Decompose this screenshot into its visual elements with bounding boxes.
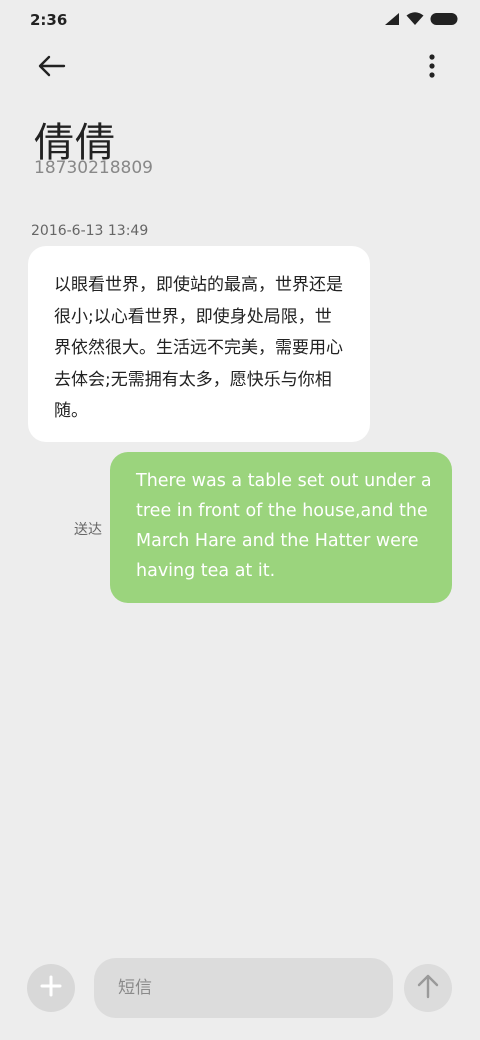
status-time: 2:36 xyxy=(30,11,68,29)
signal-icon xyxy=(384,12,400,26)
delivery-status: 送达 xyxy=(74,522,102,538)
more-options-button[interactable] xyxy=(420,52,444,84)
outgoing-message-bubble[interactable]: There was a table set out under a tree i… xyxy=(110,452,452,603)
battery-icon xyxy=(430,12,458,26)
contact-number: 18730218809 xyxy=(34,158,153,178)
conversation-screen: 2:36 倩倩 18730218809 2016-6-13 13:49 以眼看世… xyxy=(0,0,480,1040)
message-timestamp: 2016-6-13 13:49 xyxy=(31,223,149,239)
wifi-icon xyxy=(406,12,424,26)
incoming-message-text: 以眼看世界，即使站的最高，世界还是很小;以心看世界，即使身处局限，世界依然很大。… xyxy=(54,275,343,421)
arrow-left-icon xyxy=(38,55,66,81)
outgoing-message-text: There was a table set out under a tree i… xyxy=(136,471,432,581)
status-icons xyxy=(384,12,458,26)
back-button[interactable] xyxy=(30,50,74,86)
message-input-container[interactable] xyxy=(94,958,393,1018)
message-input[interactable] xyxy=(118,978,393,998)
more-vertical-icon xyxy=(429,54,435,82)
add-attachment-button[interactable] xyxy=(27,964,75,1012)
plus-icon xyxy=(40,975,62,1001)
arrow-up-icon xyxy=(417,973,439,1003)
send-button[interactable] xyxy=(404,964,452,1012)
incoming-message-bubble[interactable]: 以眼看世界，即使站的最高，世界还是很小;以心看世界，即使身处局限，世界依然很大。… xyxy=(28,246,370,442)
status-bar: 2:36 xyxy=(0,0,480,40)
